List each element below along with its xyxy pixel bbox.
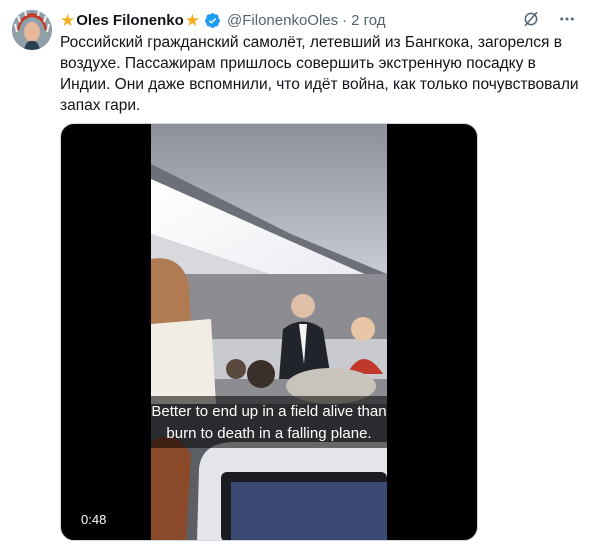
- post-text: Российский гражданский самолёт, летевший…: [60, 34, 579, 114]
- post-time[interactable]: 2 год: [351, 12, 385, 29]
- video-caption-line-2: burn to death in a falling plane.: [166, 425, 372, 442]
- post-actions-top: [522, 10, 576, 28]
- star-emoji-icon: ★: [184, 10, 201, 30]
- verified-badge-icon: [205, 12, 220, 28]
- author-handle[interactable]: @FilonenkoOles: [227, 12, 338, 29]
- video-caption-line-1: Better to end up in a field alive than: [151, 403, 387, 420]
- separator-dot: ·: [342, 11, 348, 29]
- author-name[interactable]: Oles Filonenko: [76, 12, 184, 29]
- post-header: ★ Oles Filonenko ★ @FilonenkoOles · 2 го…: [60, 10, 386, 30]
- video-player[interactable]: Better to end up in a field alive than b…: [60, 123, 478, 541]
- more-icon[interactable]: [558, 10, 576, 28]
- grok-icon[interactable]: [522, 10, 540, 28]
- video-frame: Better to end up in a field alive than b…: [151, 124, 387, 540]
- video-duration: 0:48: [75, 510, 113, 529]
- avatar[interactable]: [12, 10, 52, 50]
- star-emoji-icon: ★: [60, 10, 76, 30]
- avatar-image: [12, 10, 52, 50]
- video-thumbnail-image: [151, 124, 387, 540]
